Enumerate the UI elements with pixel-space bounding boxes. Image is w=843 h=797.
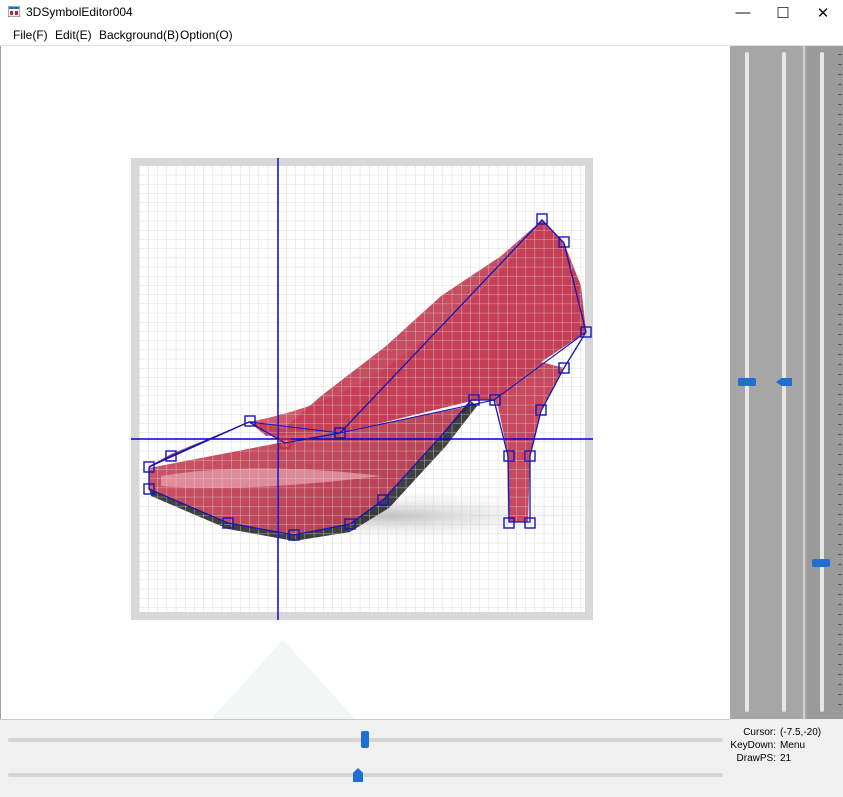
drawing-canvas[interactable] bbox=[0, 46, 730, 719]
bottom-slider-panel bbox=[0, 719, 730, 797]
canvas-svg bbox=[131, 158, 611, 719]
cursor-label: Cursor: bbox=[743, 727, 776, 738]
slider-3-ticks bbox=[838, 54, 842, 714]
close-button[interactable]: ✕ bbox=[803, 0, 843, 25]
vertical-slider-1-thumb[interactable] bbox=[738, 378, 756, 386]
minimize-icon: — bbox=[735, 4, 751, 21]
close-icon: ✕ bbox=[816, 4, 830, 22]
cursor-value: (-7.5,-20) bbox=[780, 727, 822, 738]
minimize-button[interactable]: — bbox=[723, 0, 763, 25]
panel-divider bbox=[803, 46, 805, 719]
grid-lines bbox=[139, 166, 585, 612]
menu-background[interactable]: Background(B) bbox=[99, 28, 179, 42]
horizontal-slider-2-track bbox=[8, 773, 723, 777]
menu-file[interactable]: File(F) bbox=[13, 28, 48, 42]
status-panel: Cursor: (-7.5,-20) KeyDown: Menu DrawPS: 21 bbox=[730, 719, 843, 797]
title-bar: 3DSymbolEditor004 — ☐ ✕ bbox=[0, 0, 843, 25]
maximize-button[interactable]: ☐ bbox=[763, 0, 803, 25]
horizontal-slider-2-thumb[interactable] bbox=[353, 768, 363, 782]
menu-option[interactable]: Option(O) bbox=[180, 28, 233, 42]
drawps-value: 21 bbox=[780, 753, 792, 764]
window-title: 3DSymbolEditor004 bbox=[26, 5, 133, 19]
right-slider-panel bbox=[730, 46, 843, 719]
keydown-value: Menu bbox=[780, 740, 806, 751]
menu-edit[interactable]: Edit(E) bbox=[55, 28, 92, 42]
keydown-label: KeyDown: bbox=[730, 740, 776, 751]
vertical-slider-3-thumb[interactable] bbox=[812, 559, 830, 567]
menu-bar: File(F) Edit(E) Background(B) Option(O) bbox=[0, 25, 843, 46]
drawps-label: DrawPS: bbox=[736, 753, 776, 764]
app-icon bbox=[8, 6, 20, 17]
view-direction-indicator bbox=[211, 640, 355, 719]
maximize-icon: ☐ bbox=[776, 4, 790, 22]
slider-track-3 bbox=[820, 52, 824, 712]
vertical-slider-2-thumb[interactable] bbox=[776, 378, 792, 386]
horizontal-slider-1-thumb[interactable] bbox=[361, 731, 369, 748]
